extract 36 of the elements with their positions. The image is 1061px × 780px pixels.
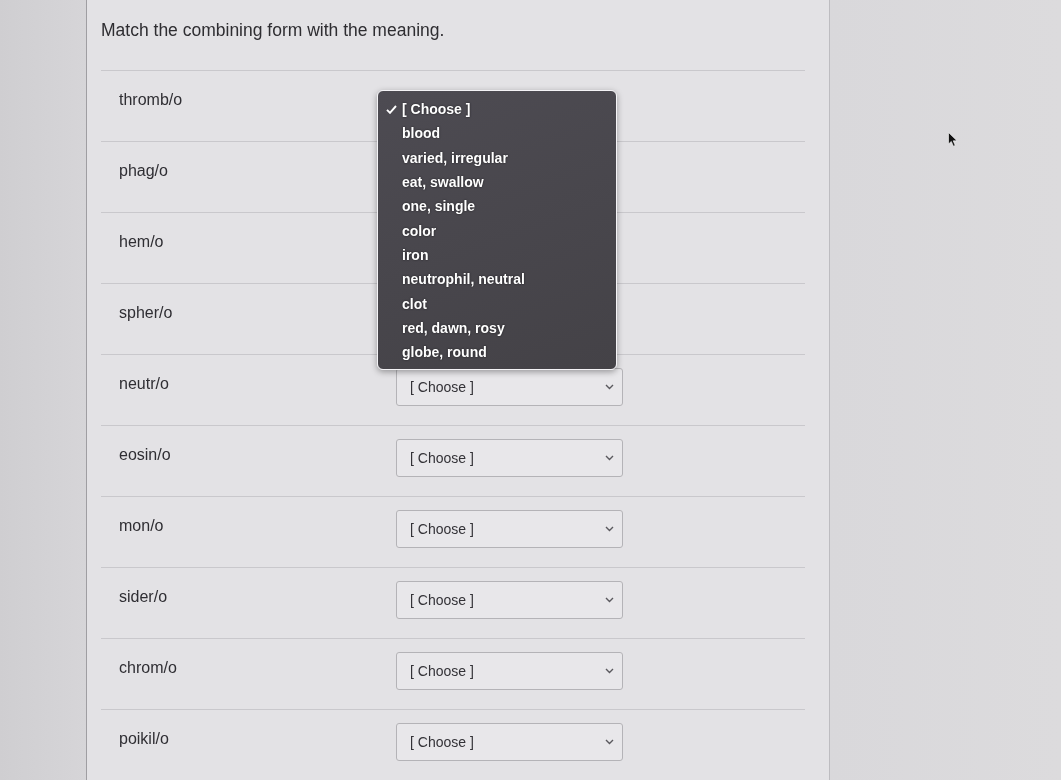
menu-option[interactable]: clot: [386, 291, 431, 316]
dropdown-field[interactable]: [ Choose ]: [396, 652, 623, 690]
menu-option[interactable]: neutrophil, neutral: [386, 267, 529, 292]
term-label: spher/o: [119, 304, 173, 322]
chevron-down-icon: [605, 597, 614, 603]
menu-option[interactable]: red, dawn, rosy: [386, 315, 509, 340]
menu-option[interactable]: iron: [386, 242, 433, 268]
menu-option[interactable]: eat, swallow: [386, 169, 488, 195]
chevron-down-icon: [605, 526, 614, 532]
term-label: eosin/o: [119, 446, 171, 464]
dropdown-field[interactable]: [ Choose ]: [396, 439, 623, 477]
dropdown-field[interactable]: [ Choose ]: [396, 723, 623, 761]
chevron-down-icon: [605, 668, 614, 674]
term-label: thromb/o: [119, 91, 183, 109]
dropdown-field[interactable]: [ Choose ]: [396, 368, 623, 406]
menu-option[interactable]: [ Choose ]: [386, 97, 475, 122]
menu-option[interactable]: blood: [386, 121, 445, 146]
instruction-text: Match the combining form with the meaning.: [101, 19, 445, 41]
chevron-down-icon: [605, 384, 614, 390]
term-label: sider/o: [119, 588, 168, 606]
menu-option[interactable]: globe, round: [386, 339, 491, 365]
term-label: poikil/o: [119, 730, 169, 748]
term-label: chrom/o: [119, 659, 177, 677]
chevron-down-icon: [605, 739, 614, 745]
menu-option[interactable]: one, single: [386, 194, 480, 219]
term-label: mon/o: [119, 517, 164, 535]
term-label: phag/o: [119, 162, 168, 180]
term-label: neutr/o: [119, 375, 169, 393]
menu-option[interactable]: varied, irregular: [386, 145, 512, 170]
chevron-down-icon: [605, 455, 614, 461]
dropdown-field[interactable]: [ Choose ]: [396, 581, 623, 619]
checkmark-icon: [386, 104, 397, 114]
menu-option[interactable]: color: [386, 218, 441, 243]
term-label: hem/o: [119, 233, 164, 251]
cursor-icon: [948, 132, 958, 147]
dropdown-field[interactable]: [ Choose ]: [396, 510, 623, 548]
